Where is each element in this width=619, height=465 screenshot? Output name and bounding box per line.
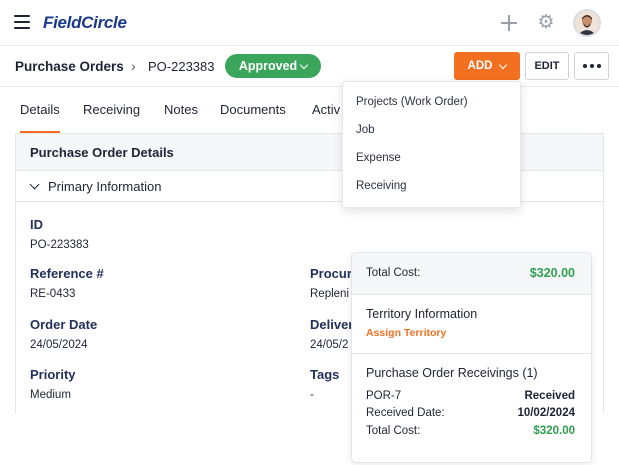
assign-territory-link[interactable]: Assign Territory	[366, 327, 446, 339]
add-dropdown-menu: Projects (Work Order) Job Expense Receiv…	[342, 81, 521, 208]
menu-item-receiving[interactable]: Receiving	[356, 180, 407, 192]
field-value: 24/05/2024	[30, 339, 88, 351]
field-delivery: Deliver 24/05/2	[310, 317, 352, 351]
field-label: Tags	[310, 367, 340, 382]
order-summary-panel: Total Cost: $320.00 Territory Informatio…	[351, 252, 592, 463]
receivings-title: Purchase Order Receivings (1)	[366, 366, 538, 380]
receiving-id[interactable]: POR-7	[366, 390, 401, 402]
field-value: PO-223383	[30, 239, 89, 251]
more-options-button[interactable]	[574, 52, 609, 80]
territory-title: Territory Information	[366, 307, 478, 321]
chevron-down-icon	[499, 60, 508, 69]
menu-item-job[interactable]: Job	[356, 124, 375, 136]
received-date-label: Received Date:	[366, 407, 445, 419]
breadcrumb: Purchase Orders › PO-223383 Approved ADD…	[0, 47, 619, 87]
receiving-cost-label: Total Cost:	[366, 425, 421, 437]
card-title: Purchase Order Details	[30, 145, 174, 160]
receiving-status: Received	[524, 390, 575, 402]
menu-item-projects[interactable]: Projects (Work Order)	[356, 96, 468, 108]
field-value: Medium	[30, 389, 71, 401]
field-reference: Reference # RE-0433	[30, 266, 104, 300]
dot-icon	[589, 64, 594, 68]
breadcrumb-current: PO-223383	[148, 59, 215, 74]
chevron-right-icon: ›	[131, 58, 136, 74]
dot-icon	[582, 64, 587, 68]
field-value: Repleni	[310, 288, 349, 300]
total-cost-label: Total Cost:	[366, 267, 421, 279]
gear-icon[interactable]: ⚙	[535, 12, 557, 34]
field-tags: Tags -	[310, 367, 339, 401]
status-dropdown[interactable]: Approved	[225, 54, 321, 78]
top-bar: FieldCircle ⚙	[0, 0, 619, 46]
app-logo[interactable]: FieldCircle	[43, 13, 127, 33]
chevron-down-icon	[299, 60, 309, 69]
field-label: Procure	[310, 266, 352, 281]
field-value: RE-0433	[30, 288, 76, 300]
avatar[interactable]	[573, 9, 601, 37]
menu-item-expense[interactable]: Expense	[356, 152, 401, 164]
tab-bar: Details Receiving Notes Documents Activ	[0, 88, 619, 133]
status-label: Approved	[238, 59, 298, 73]
divider	[352, 353, 591, 354]
field-label: Priority	[30, 367, 76, 382]
section-label: Primary Information	[48, 179, 162, 194]
tab-receiving[interactable]: Receiving	[83, 102, 140, 117]
dot-icon	[596, 64, 601, 68]
tab-notes[interactable]: Notes	[164, 102, 198, 117]
field-id: ID PO-223383	[30, 217, 89, 251]
chevron-down-icon	[29, 179, 40, 190]
field-label: ID	[30, 217, 43, 232]
breadcrumb-purchase-orders[interactable]: Purchase Orders	[15, 59, 124, 74]
edit-button[interactable]: EDIT	[525, 52, 569, 80]
receiving-cost-value: $320.00	[533, 425, 575, 437]
field-label: Reference #	[30, 266, 104, 281]
add-button-label: ADD	[467, 60, 493, 72]
tab-activity[interactable]: Activ	[312, 102, 340, 117]
field-procurement: Procure Repleni	[310, 266, 352, 300]
received-date-value: 10/02/2024	[517, 407, 575, 419]
field-label: Deliver	[310, 317, 352, 332]
field-value: -	[310, 389, 314, 401]
plus-icon[interactable]	[498, 12, 520, 34]
total-cost-row: Total Cost: $320.00	[352, 253, 591, 295]
tab-details[interactable]: Details	[20, 102, 60, 133]
hamburger-menu-icon[interactable]	[14, 15, 30, 29]
tab-documents[interactable]: Documents	[220, 102, 286, 117]
total-cost-value: $320.00	[529, 266, 575, 280]
field-label: Order Date	[30, 317, 98, 332]
field-value: 24/05/2	[310, 339, 349, 351]
field-priority: Priority Medium	[30, 367, 76, 401]
field-order-date: Order Date 24/05/2024	[30, 317, 97, 351]
add-button[interactable]: ADD	[454, 52, 520, 80]
